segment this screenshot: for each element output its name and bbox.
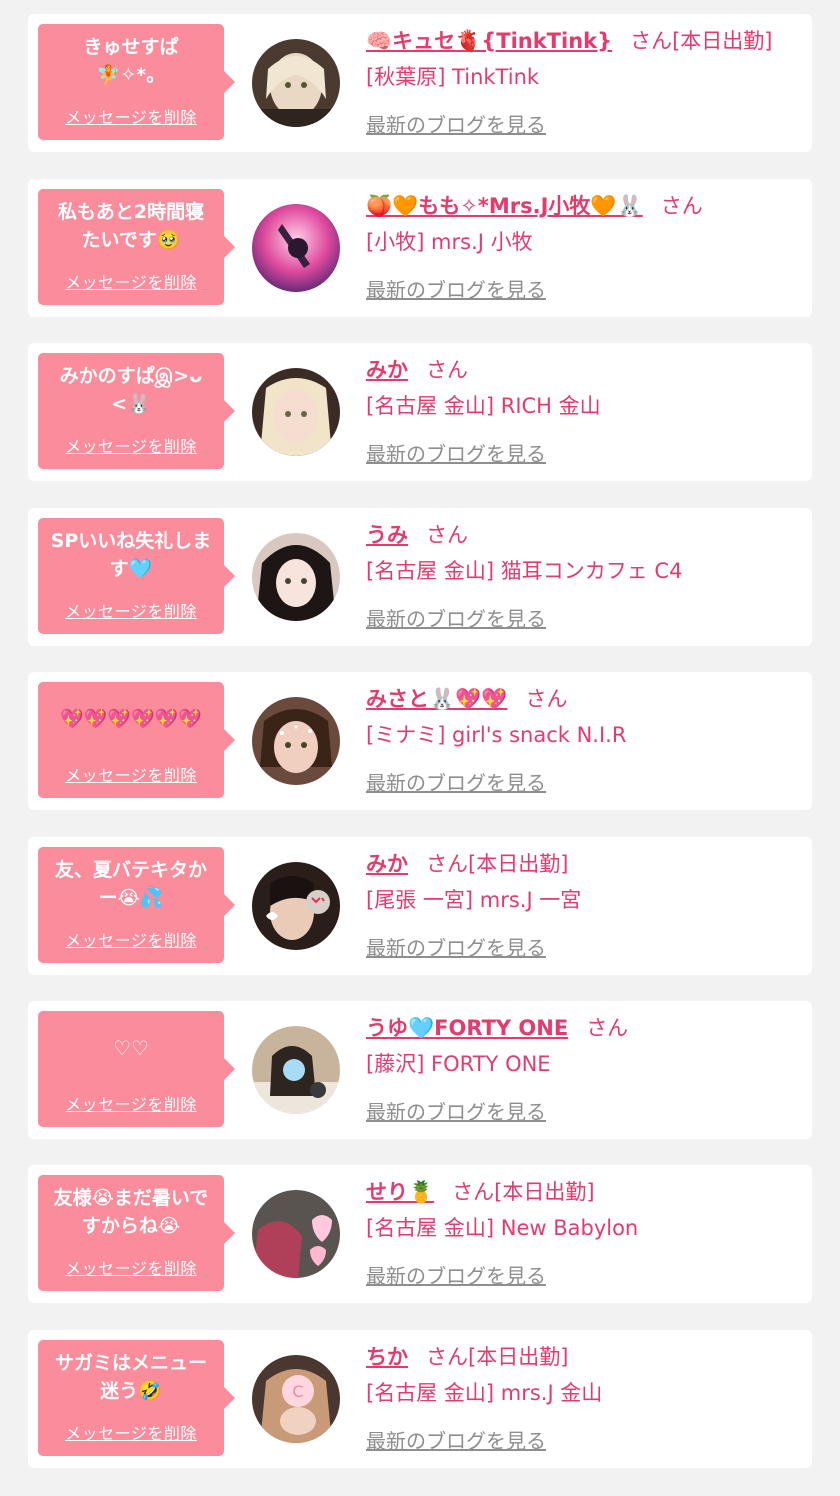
message-bubble: みかのすぱஇ>ᴗ <🐰 メッセージを削除 xyxy=(38,353,235,469)
message-bubble: 💖💖💖💖💖💖 メッセージを削除 xyxy=(38,682,235,798)
delete-message-link[interactable]: メッセージを削除 xyxy=(38,433,224,457)
message-card: ♡♡ メッセージを削除 うゆ🩵FORTY ONE さん [藤沢] FORTY ON… xyxy=(28,1001,812,1139)
delete-message-link[interactable]: メッセージを削除 xyxy=(38,104,224,128)
cast-name-link[interactable]: 🧠キュセ🫀{TinkTink} xyxy=(366,29,612,53)
name-line: うゆ🩵FORTY ONE さん xyxy=(366,1011,802,1045)
latest-blog-link[interactable]: 最新のブログを見る xyxy=(366,1426,546,1456)
name-line: 🧠キュセ🫀{TinkTink} さん[本日出勤] xyxy=(366,24,802,58)
shop-name: [小牧] mrs.J 小牧 xyxy=(366,230,533,254)
delete-message-link[interactable]: メッセージを削除 xyxy=(38,269,224,293)
latest-blog-link[interactable]: 最新のブログを見る xyxy=(366,439,546,469)
shop-name: [尾張 一宮] mrs.J 一宮 xyxy=(366,888,582,912)
message-text: 私もあと2時間寝 たいです🥹 xyxy=(57,201,205,251)
avatar[interactable] xyxy=(252,204,340,292)
latest-blog-link[interactable]: 最新のブログを見る xyxy=(366,933,546,963)
message-card: 友様😭まだ暑いで すからね😭 メッセージを削除 せり🍍 さん[本日出勤] [名古屋… xyxy=(28,1165,812,1303)
delete-message-link[interactable]: メッセージを削除 xyxy=(38,1091,224,1115)
cast-name-link[interactable]: うゆ🩵FORTY ONE xyxy=(366,1016,568,1040)
delete-message-link[interactable]: メッセージを削除 xyxy=(38,1255,224,1279)
latest-blog-link[interactable]: 最新のブログを見る xyxy=(366,1261,546,1291)
name-line: ちか さん[本日出勤] xyxy=(366,1340,802,1374)
latest-blog-link[interactable]: 最新のブログを見る xyxy=(366,1097,546,1127)
name-suffix: さん xyxy=(525,687,568,711)
message-bubble: きゅせすぱ 🧚✧*。 メッセージを削除 xyxy=(38,24,235,140)
message-card: SPいいね失礼しま す🩵 メッセージを削除 うみ さん [名古屋 金山] 猫耳コン… xyxy=(28,508,812,646)
cast-name-link[interactable]: みさと🐰💖💖 xyxy=(366,687,507,711)
name-line: うみ さん xyxy=(366,518,802,552)
avatar[interactable] xyxy=(252,368,340,456)
avatar[interactable] xyxy=(252,1026,340,1114)
name-suffix: さん xyxy=(426,358,468,382)
shop-name: [藤沢] FORTY ONE xyxy=(366,1052,551,1076)
name-line: 🍑🧡もも✧*Mrs.J小牧🧡🐰 さん xyxy=(366,189,802,223)
message-bubble: ♡♡ メッセージを削除 xyxy=(38,1011,235,1127)
shop-name: [名古屋 金山] New Babylon xyxy=(366,1216,639,1240)
message-card: サガミはメニュー 迷う🤣 メッセージを削除 C ちか さん[本日出勤] [名古屋 … xyxy=(28,1330,812,1468)
cast-name-link[interactable]: みか xyxy=(366,852,408,876)
delete-message-link[interactable]: メッセージを削除 xyxy=(38,762,224,786)
message-text: みかのすぱஇ>ᴗ <🐰 xyxy=(59,365,203,415)
delete-message-link[interactable]: メッセージを削除 xyxy=(38,927,224,951)
cast-name-link[interactable]: 🍑🧡もも✧*Mrs.J小牧🧡🐰 xyxy=(366,194,643,218)
message-list: きゅせすぱ 🧚✧*。 メッセージを削除 🧠キュセ🫀{TinkTink} さん[本日… xyxy=(0,0,840,1496)
name-line: みか さん[本日出勤] xyxy=(366,847,802,881)
delete-message-link[interactable]: メッセージを削除 xyxy=(38,1420,224,1444)
name-suffix: さん[本日出勤] xyxy=(630,29,773,53)
avatar[interactable] xyxy=(252,697,340,785)
message-text: 友、夏バテキタか ー😭💦 xyxy=(54,859,207,909)
message-bubble: SPいいね失礼しま す🩵 メッセージを削除 xyxy=(38,518,235,634)
avatar[interactable] xyxy=(252,533,340,621)
name-suffix: さん xyxy=(426,523,468,547)
shop-name: [名古屋 金山] 猫耳コンカフェ C4 xyxy=(366,559,683,583)
message-card: 💖💖💖💖💖💖 メッセージを削除 みさと🐰💖💖 さん [ミナミ] girl's sn… xyxy=(28,672,812,810)
message-text: SPいいね失礼しま す🩵 xyxy=(50,530,212,580)
name-suffix: さん[本日出勤] xyxy=(452,1180,595,1204)
message-bubble: 友様😭まだ暑いで すからね😭 メッセージを削除 xyxy=(38,1175,235,1291)
avatar[interactable] xyxy=(252,39,340,127)
avatar[interactable] xyxy=(252,1190,340,1278)
message-bubble: 友、夏バテキタか ー😭💦 メッセージを削除 xyxy=(38,847,235,963)
shop-name: [秋葉原] TinkTink xyxy=(366,65,540,89)
latest-blog-link[interactable]: 最新のブログを見る xyxy=(366,604,546,634)
message-text: サガミはメニュー 迷う🤣 xyxy=(54,1352,207,1402)
message-card: みかのすぱஇ>ᴗ <🐰 メッセージを削除 みか さん [名古屋 金山] RICH … xyxy=(28,343,812,481)
shop-name: [名古屋 金山] mrs.J 金山 xyxy=(366,1381,603,1405)
message-bubble: サガミはメニュー 迷う🤣 メッセージを削除 xyxy=(38,1340,235,1456)
cast-name-link[interactable]: みか xyxy=(366,358,408,382)
name-suffix: さん xyxy=(586,1016,629,1040)
name-line: せり🍍 さん[本日出勤] xyxy=(366,1175,802,1209)
name-suffix: さん[本日出勤] xyxy=(426,852,569,876)
message-text: ♡♡ xyxy=(113,1036,149,1060)
message-text: 友様😭まだ暑いで すからね😭 xyxy=(53,1187,209,1237)
shop-name: [ミナミ] girl's snack N.I.R xyxy=(366,723,627,747)
name-suffix: さん[本日出勤] xyxy=(426,1345,569,1369)
message-card: 私もあと2時間寝 たいです🥹 メッセージを削除 🍑🧡もも✧*Mrs.J小牧🧡🐰 さ… xyxy=(28,179,812,317)
message-card: 友、夏バテキタか ー😭💦 メッセージを削除 みか さん[本日出勤] [尾張 一宮]… xyxy=(28,837,812,975)
name-line: みさと🐰💖💖 さん xyxy=(366,682,802,716)
avatar[interactable] xyxy=(252,862,340,950)
svg-text:C: C xyxy=(292,1382,303,1401)
shop-name: [名古屋 金山] RICH 金山 xyxy=(366,394,601,418)
avatar[interactable]: C xyxy=(252,1355,340,1443)
message-text: きゅせすぱ 🧚✧*。 xyxy=(83,36,179,86)
message-bubble: 私もあと2時間寝 たいです🥹 メッセージを削除 xyxy=(38,189,235,305)
cast-name-link[interactable]: うみ xyxy=(366,523,408,547)
message-card: きゅせすぱ 🧚✧*。 メッセージを削除 🧠キュセ🫀{TinkTink} さん[本日… xyxy=(28,14,812,152)
message-text: 💖💖💖💖💖💖 xyxy=(60,708,202,730)
delete-message-link[interactable]: メッセージを削除 xyxy=(38,598,224,622)
name-line: みか さん xyxy=(366,353,802,387)
latest-blog-link[interactable]: 最新のブログを見る xyxy=(366,768,546,798)
cast-name-link[interactable]: ちか xyxy=(366,1345,408,1369)
latest-blog-link[interactable]: 最新のブログを見る xyxy=(366,275,546,305)
latest-blog-link[interactable]: 最新のブログを見る xyxy=(366,110,546,140)
cast-name-link[interactable]: せり🍍 xyxy=(366,1180,434,1204)
name-suffix: さん xyxy=(660,194,703,218)
